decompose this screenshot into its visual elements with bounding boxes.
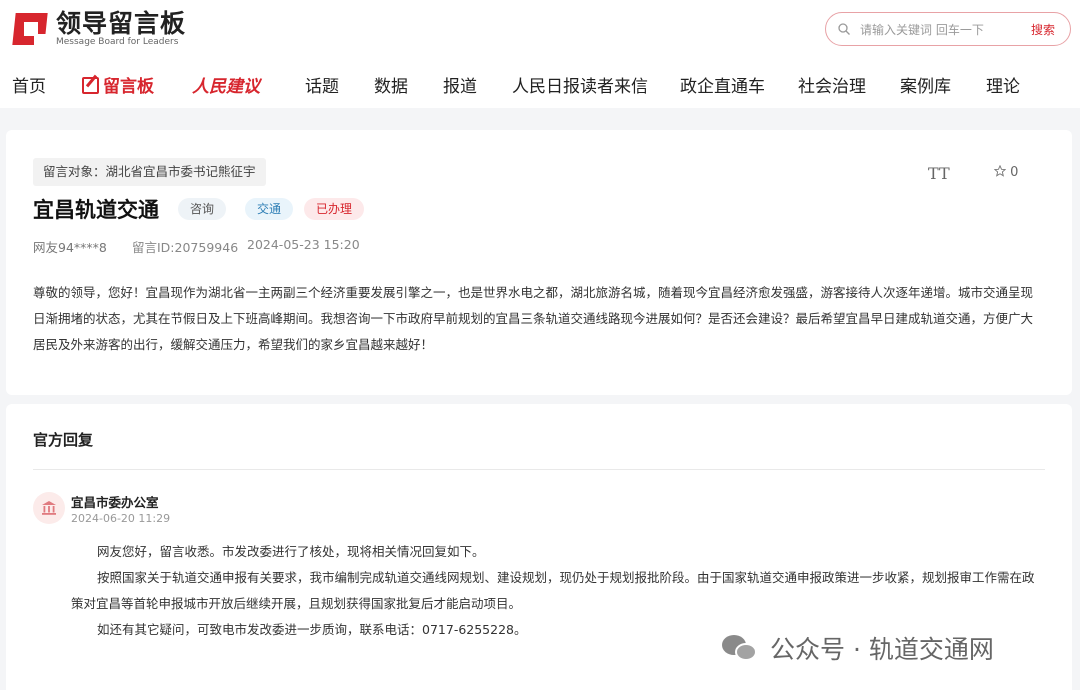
nav-item-home[interactable]: 首页 (12, 72, 46, 97)
category-tag[interactable]: 咨询 (178, 198, 227, 220)
logo-subtitle: Message Board for Leaders (56, 37, 179, 47)
site-logo[interactable]: 领导留言板 Message Board for Leaders (12, 10, 186, 48)
message-target: 留言对象：湖北省宜昌市委书记熊征宇 (33, 158, 266, 186)
star-count: 0 (1010, 165, 1019, 180)
wechat-icon (722, 633, 758, 663)
reply-time: 2024-06-20 11:29 (71, 512, 171, 525)
nav-item-social-governance[interactable]: 社会治理 (798, 72, 866, 97)
message-content: 尊敬的领导，您好！宜昌现作为湖北省一主两副三个经济重要发展引擎之一，也是世界水电… (33, 285, 1034, 352)
wechat-watermark: 公众号 · 轨道交通网 (722, 630, 994, 666)
nav-item-reader-letters[interactable]: 人民日报读者来信 (512, 72, 648, 97)
logo-title: 领导留言板 (56, 9, 187, 38)
message-id: 留言ID:20759946 (132, 240, 239, 255)
nav-item-gov-enterprise[interactable]: 政企直通车 (680, 72, 765, 97)
font-size-icon[interactable]: TT (928, 164, 950, 183)
message-board-pen-icon (82, 77, 99, 94)
divider (33, 469, 1045, 470)
logo-icon (12, 10, 50, 48)
nav-item-people-suggestion[interactable]: 人民建议 (192, 72, 260, 97)
search-button[interactable]: 搜索 (1031, 21, 1055, 38)
nav-item-reports[interactable]: 报道 (443, 72, 477, 97)
watermark-text: 公众号 · 轨道交通网 (770, 635, 994, 664)
nav-item-theory[interactable]: 理论 (986, 72, 1020, 97)
message-card: 留言对象：湖北省宜昌市委书记熊征宇 TT 0 宜昌轨道交通 咨询 交通 已办理 … (6, 130, 1072, 395)
reply-paragraph: 按照国家关于轨道交通申报有关要求，我市编制完成轨道交通线网规划、建设规划，现仍处… (71, 570, 1035, 611)
search-icon[interactable] (838, 23, 850, 35)
message-time: 2024-05-23 15:20 (247, 237, 360, 252)
main-nav: 首页 留言板 人民建议 话题 数据 报道 人民日报读者来信 政企直通车 社会治理… (0, 66, 1080, 102)
favorite-button[interactable]: 0 (993, 164, 1019, 180)
reply-department[interactable]: 宜昌市委办公室 (71, 492, 159, 511)
site-header: 领导留言板 Message Board for Leaders 搜索 首页 留言… (0, 0, 1080, 108)
department-avatar (33, 492, 65, 524)
government-building-icon (42, 501, 56, 515)
nav-item-case-library[interactable]: 案例库 (900, 72, 951, 97)
star-icon (993, 164, 1007, 177)
nav-item-message-board[interactable]: 留言板 (82, 72, 154, 97)
message-author: 网友94****8 (33, 240, 107, 255)
reply-section-title: 官方回复 (33, 431, 94, 449)
status-badge: 已办理 (304, 198, 365, 220)
message-title: 宜昌轨道交通 (33, 198, 159, 222)
nav-item-data[interactable]: 数据 (374, 72, 408, 97)
field-tag[interactable]: 交通 (245, 198, 294, 220)
search-input[interactable] (860, 20, 1010, 40)
search-box: 搜索 (825, 12, 1071, 46)
nav-item-message-board-label: 留言板 (103, 77, 154, 97)
reply-paragraph: 网友您好，留言收悉。市发改委进行了核处，现将相关情况回复如下。 (97, 544, 485, 559)
nav-item-topics[interactable]: 话题 (305, 72, 339, 97)
